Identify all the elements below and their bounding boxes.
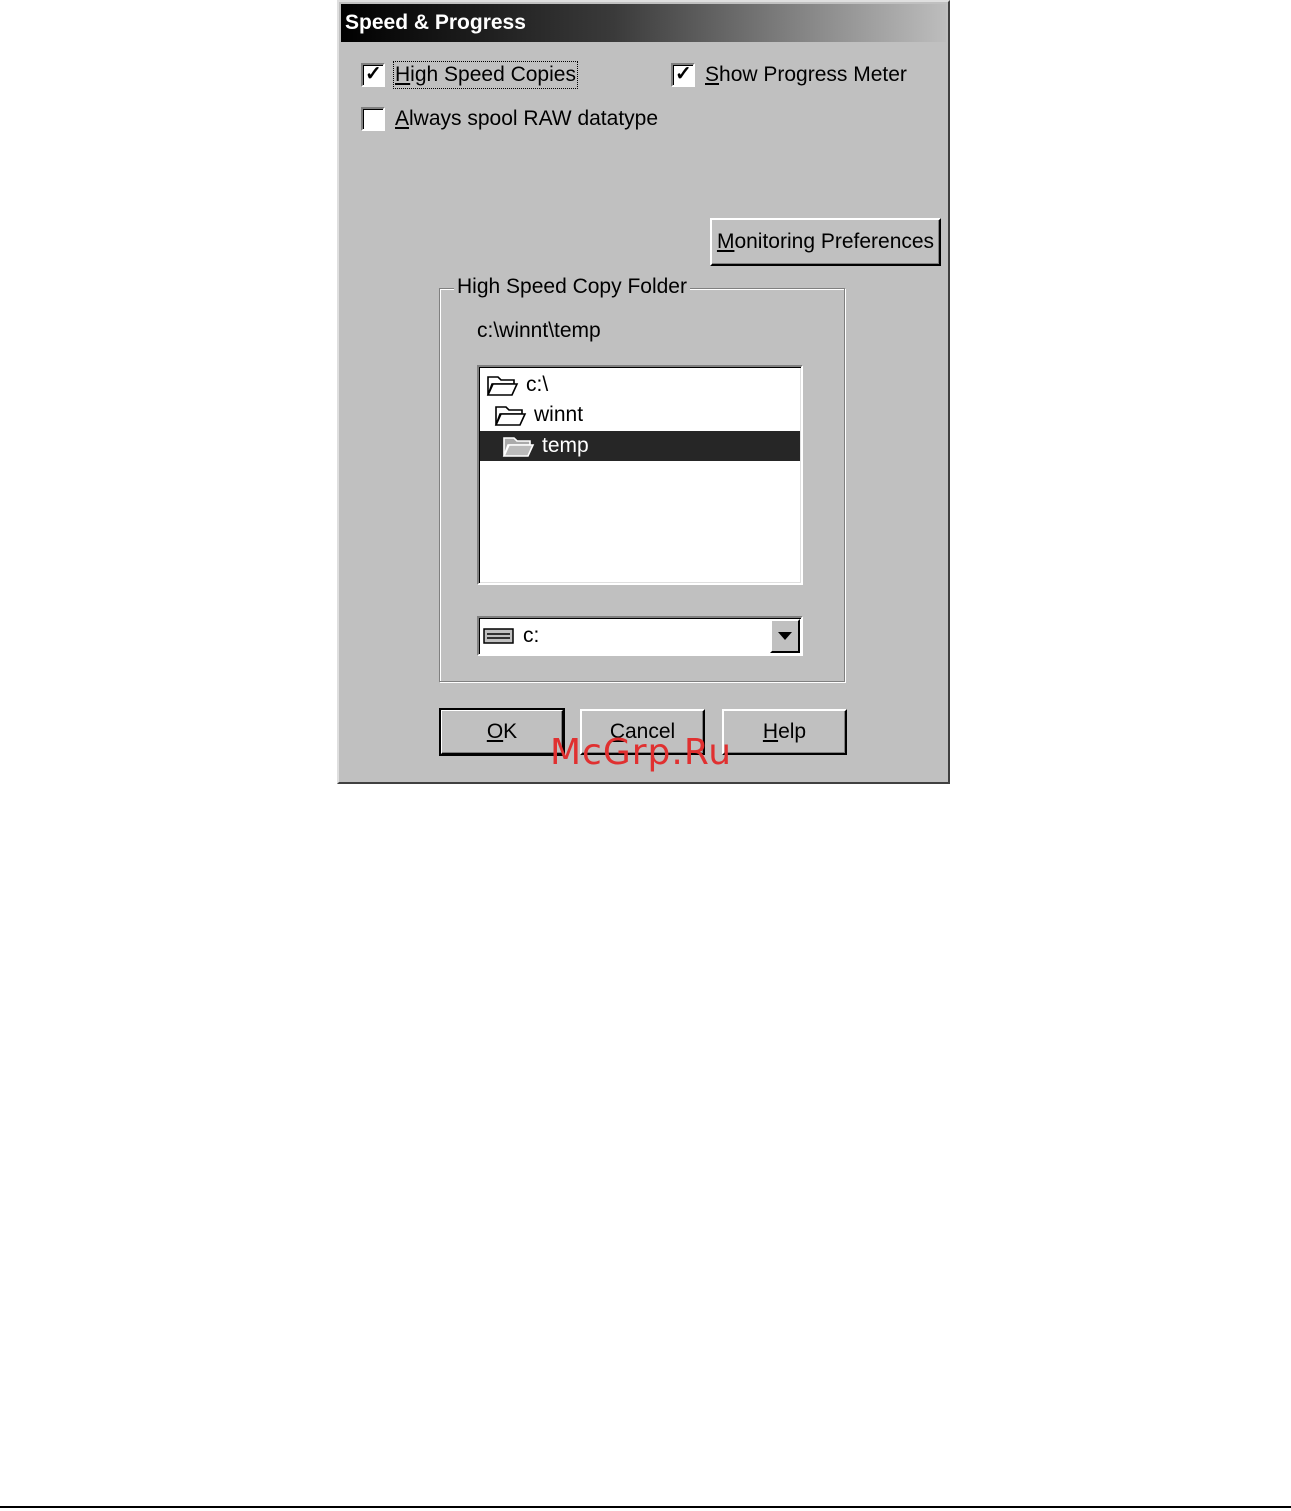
high-speed-copies-checkbox[interactable]: ✓ <box>361 63 385 87</box>
show-progress-meter-checkbox[interactable]: ✓ <box>671 63 695 87</box>
dialog-title: Speed & Progress <box>341 4 946 42</box>
speed-progress-dialog: Speed & Progress ✓ High Speed Copies ✓ S… <box>337 0 950 784</box>
always-spool-raw-checkbox[interactable] <box>361 107 385 131</box>
drive-select[interactable]: c: <box>477 616 803 656</box>
open-folder-icon <box>494 406 527 426</box>
folder-item-label: winnt <box>534 403 584 426</box>
checkmark-icon: ✓ <box>365 63 382 85</box>
open-folder-icon <box>502 437 535 457</box>
show-progress-meter-label: Show Progress Meter <box>705 63 907 86</box>
current-folder-path: c:\winnt\temp <box>477 319 601 342</box>
chevron-down-icon <box>778 632 792 640</box>
high-speed-copy-folder-group: High Speed Copy Folder c:\winnt\temp c:\… <box>439 275 845 682</box>
help-label: Help <box>762 720 807 743</box>
folder-listbox[interactable]: c:\ winnt temp <box>477 365 803 585</box>
watermark: McGrp.Ru <box>550 732 733 773</box>
group-legend: High Speed Copy Folder <box>454 275 690 299</box>
dropdown-arrow-button[interactable] <box>770 619 800 653</box>
monitoring-preferences-label: Monitoring Preferences <box>716 230 935 253</box>
drive-icon <box>483 628 514 644</box>
folder-item-root[interactable]: c:\ <box>480 370 800 400</box>
folder-item-label: temp <box>542 434 589 457</box>
always-spool-raw-option[interactable]: Always spool RAW datatype <box>361 107 658 131</box>
folder-item-winnt[interactable]: winnt <box>480 400 800 430</box>
folder-item-temp[interactable]: temp <box>480 431 800 461</box>
always-spool-raw-label: Always spool RAW datatype <box>395 107 659 130</box>
high-speed-copies-option[interactable]: ✓ High Speed Copies <box>361 61 578 89</box>
checkmark-icon: ✓ <box>675 63 692 85</box>
drive-select-value: c: <box>483 618 539 654</box>
open-folder-icon <box>486 376 519 396</box>
high-speed-copies-label: High Speed Copies <box>393 61 578 89</box>
page-bottom-rule <box>0 1506 1291 1508</box>
ok-label: OK <box>486 720 518 743</box>
folder-item-label: c:\ <box>526 373 549 396</box>
help-button[interactable]: Help <box>722 709 847 755</box>
show-progress-meter-option[interactable]: ✓ Show Progress Meter <box>671 63 907 87</box>
ok-button[interactable]: OK <box>439 708 565 756</box>
monitoring-preferences-button[interactable]: Monitoring Preferences <box>710 218 941 266</box>
